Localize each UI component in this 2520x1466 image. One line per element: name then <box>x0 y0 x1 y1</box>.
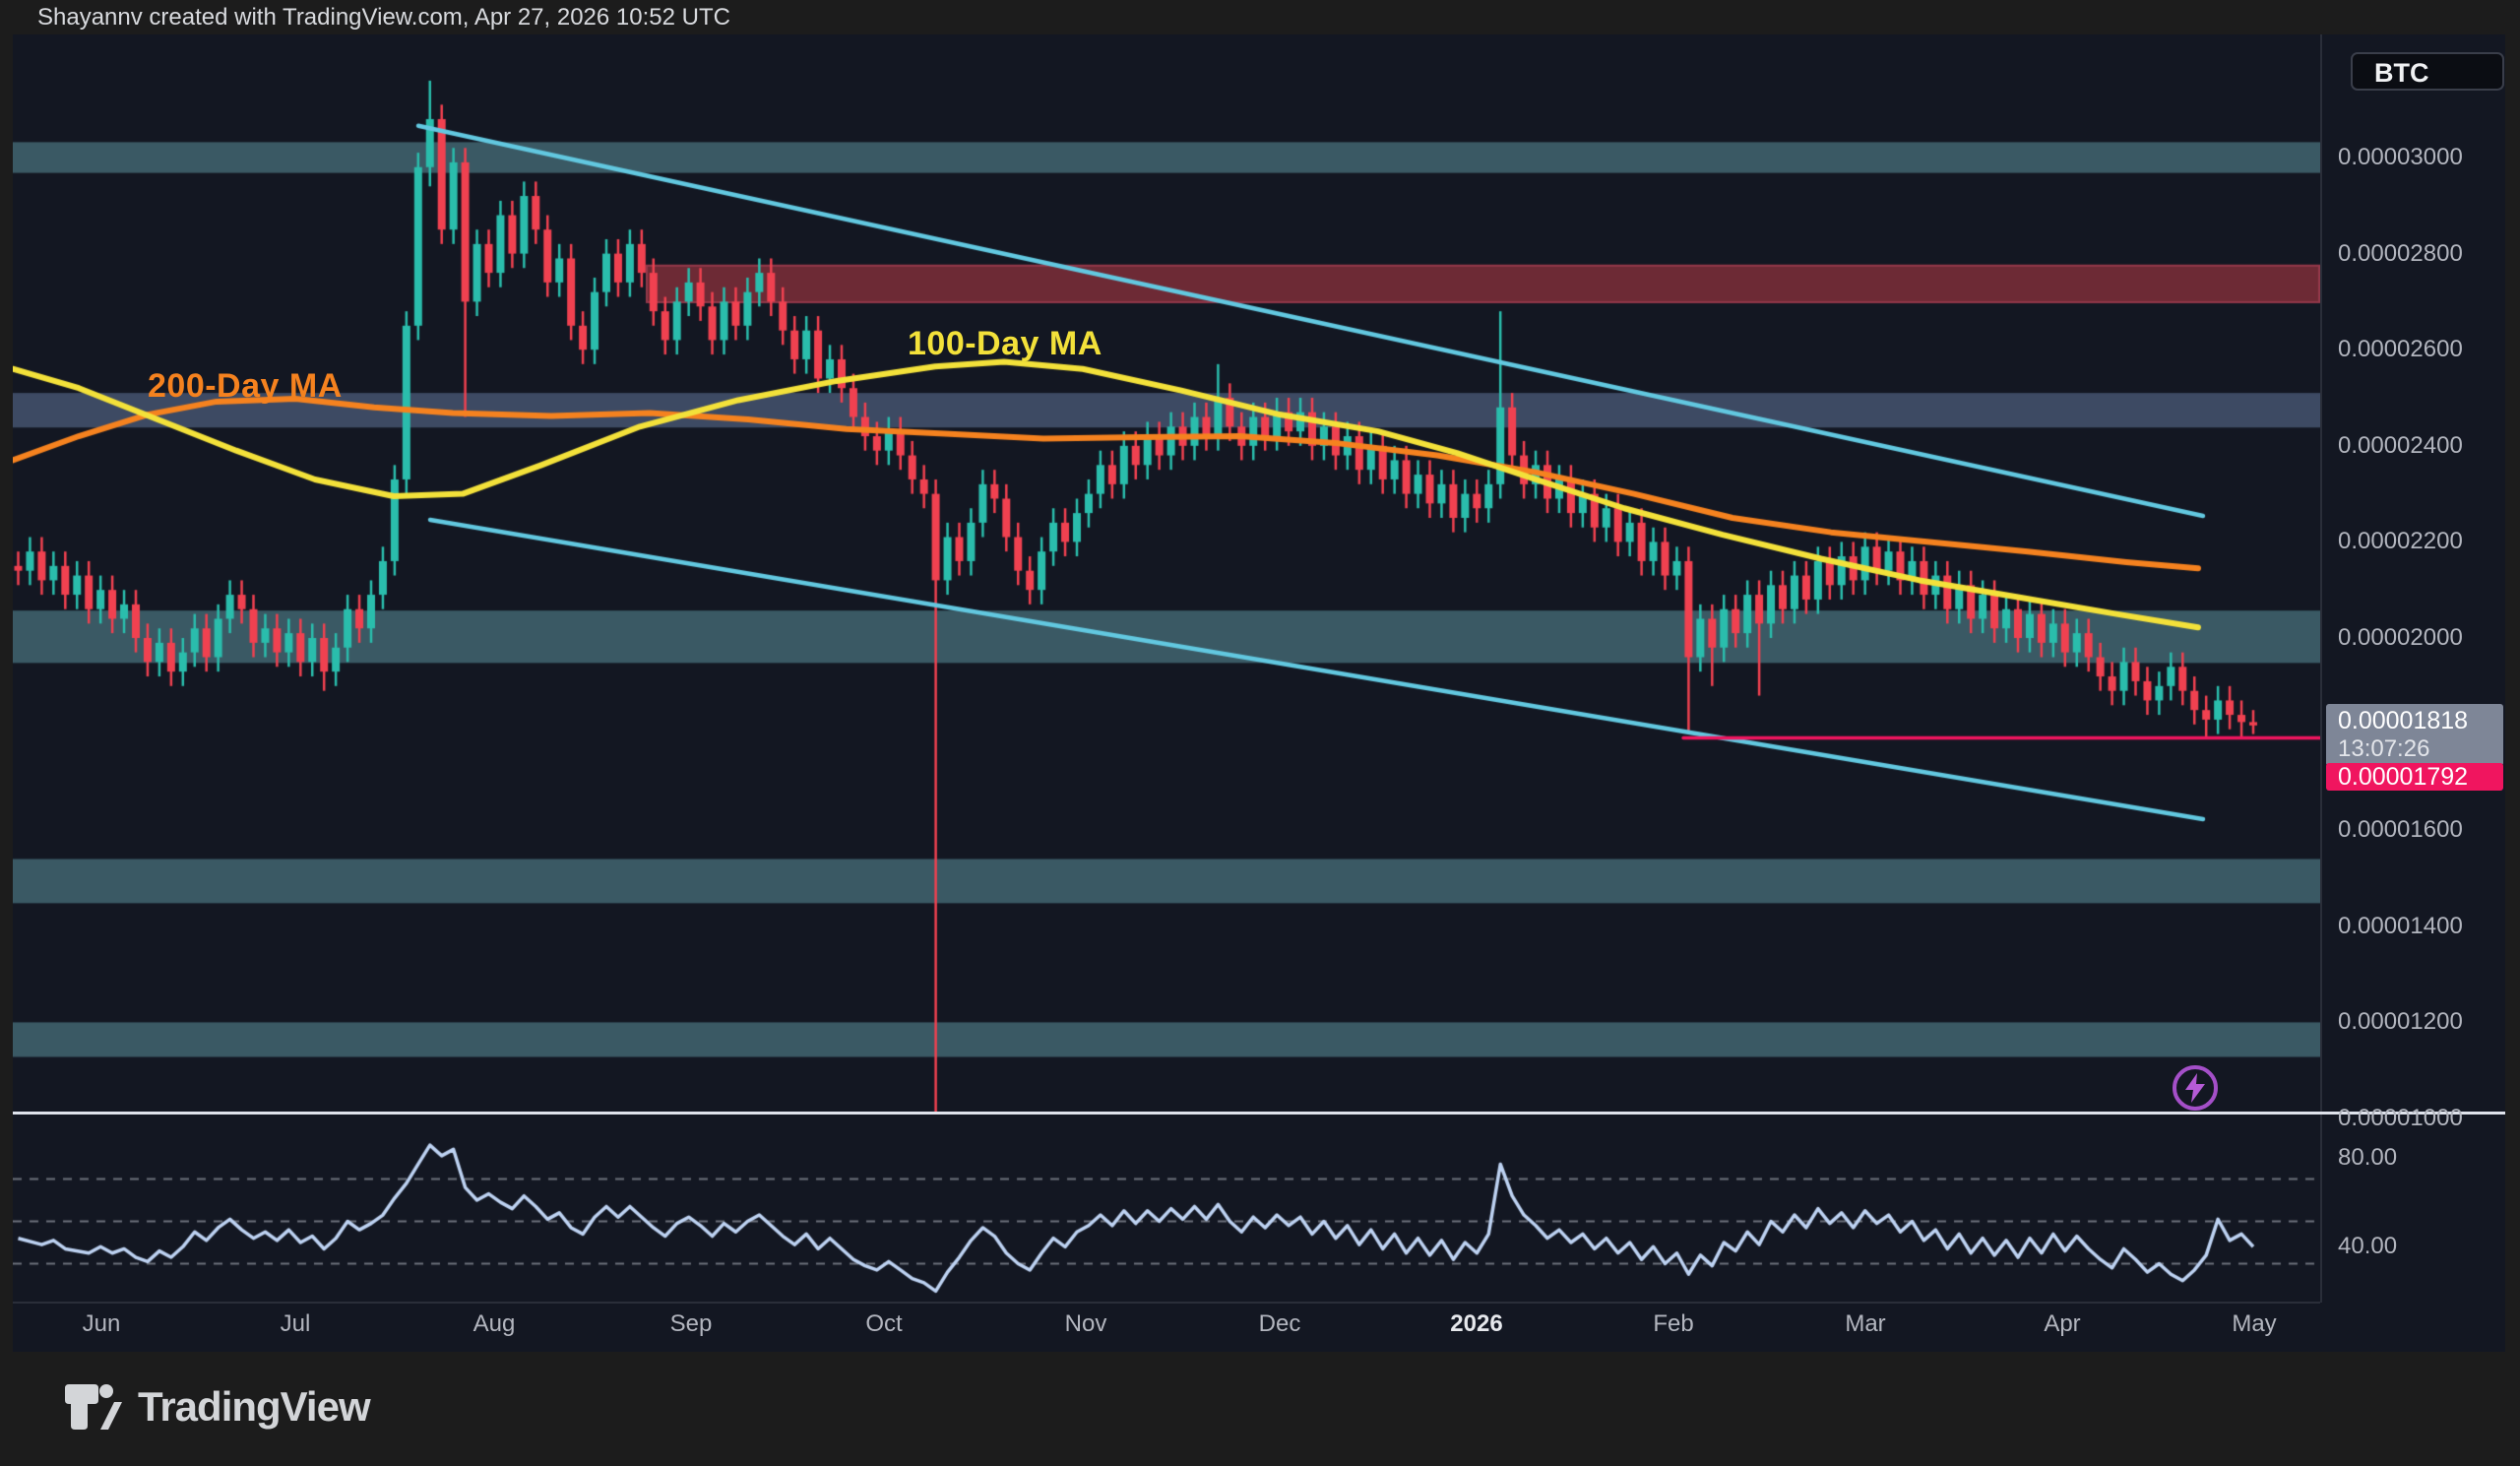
price-tick-label: 0.00001600 <box>2338 816 2500 844</box>
time-tick-label: Oct <box>840 1310 928 1338</box>
last-price-tag: 0.00001818 13:07:26 <box>2326 704 2503 766</box>
price-tick-label: 0.00001000 <box>2338 1105 2500 1132</box>
rsi-pane-canvas[interactable] <box>13 1114 2320 1303</box>
time-tick-label: Feb <box>1629 1310 1718 1338</box>
lightning-button[interactable] <box>2173 1065 2218 1111</box>
time-tick-label: Nov <box>1041 1310 1130 1338</box>
chart-credit: Shayannv created with TradingView.com, A… <box>37 0 730 34</box>
rsi-axis-label-80: 80.00 <box>2338 1144 2397 1172</box>
tradingview-logo-text: TradingView <box>138 1383 370 1431</box>
time-tick-label: May <box>2210 1310 2299 1338</box>
tradingview-logo[interactable]: TradingView <box>63 1380 370 1434</box>
alert-price-tag: 0.00001792 <box>2326 763 2503 791</box>
page: Shayannv created with TradingView.com, A… <box>0 0 2520 1466</box>
price-tick-label: 0.00003000 <box>2338 144 2500 171</box>
chart-widget: 200-Day MA 100-Day MA BTC 0.00003000 0.00… <box>13 34 2505 1352</box>
time-tick-label: Apr <box>2018 1310 2107 1338</box>
time-tick-label: 2026 <box>1432 1310 1521 1338</box>
tradingview-logo-icon <box>63 1380 122 1434</box>
last-price-value: 0.00001818 <box>2338 707 2503 735</box>
time-tick-label: Dec <box>1235 1310 1324 1338</box>
time-axis-border <box>13 1302 2320 1304</box>
ma200-label: 200-Day MA <box>148 367 343 406</box>
ma100-label: 100-Day MA <box>908 325 1102 363</box>
price-tick-label: 0.00002800 <box>2338 240 2500 268</box>
bar-countdown: 13:07:26 <box>2338 735 2503 763</box>
time-tick-label: Jul <box>251 1310 340 1338</box>
price-tick-label: 0.00001400 <box>2338 913 2500 940</box>
lightning-icon <box>2183 1073 2207 1103</box>
price-tick-label: 0.00002400 <box>2338 432 2500 460</box>
rsi-axis-label-40: 40.00 <box>2338 1233 2397 1260</box>
price-tick-label: 0.00002200 <box>2338 528 2500 555</box>
symbol-badge[interactable]: BTC <box>2351 52 2504 91</box>
time-tick-label: Mar <box>1821 1310 1910 1338</box>
price-tick-label: 0.00002600 <box>2338 336 2500 363</box>
time-tick-label: Aug <box>450 1310 538 1338</box>
price-tick-label: 0.00002000 <box>2338 624 2500 652</box>
time-tick-label: Jun <box>57 1310 146 1338</box>
time-tick-label: Sep <box>647 1310 735 1338</box>
price-chart-canvas[interactable] <box>13 34 2320 1114</box>
price-tick-label: 0.00001200 <box>2338 1008 2500 1036</box>
pane-separator[interactable] <box>13 1112 2505 1115</box>
